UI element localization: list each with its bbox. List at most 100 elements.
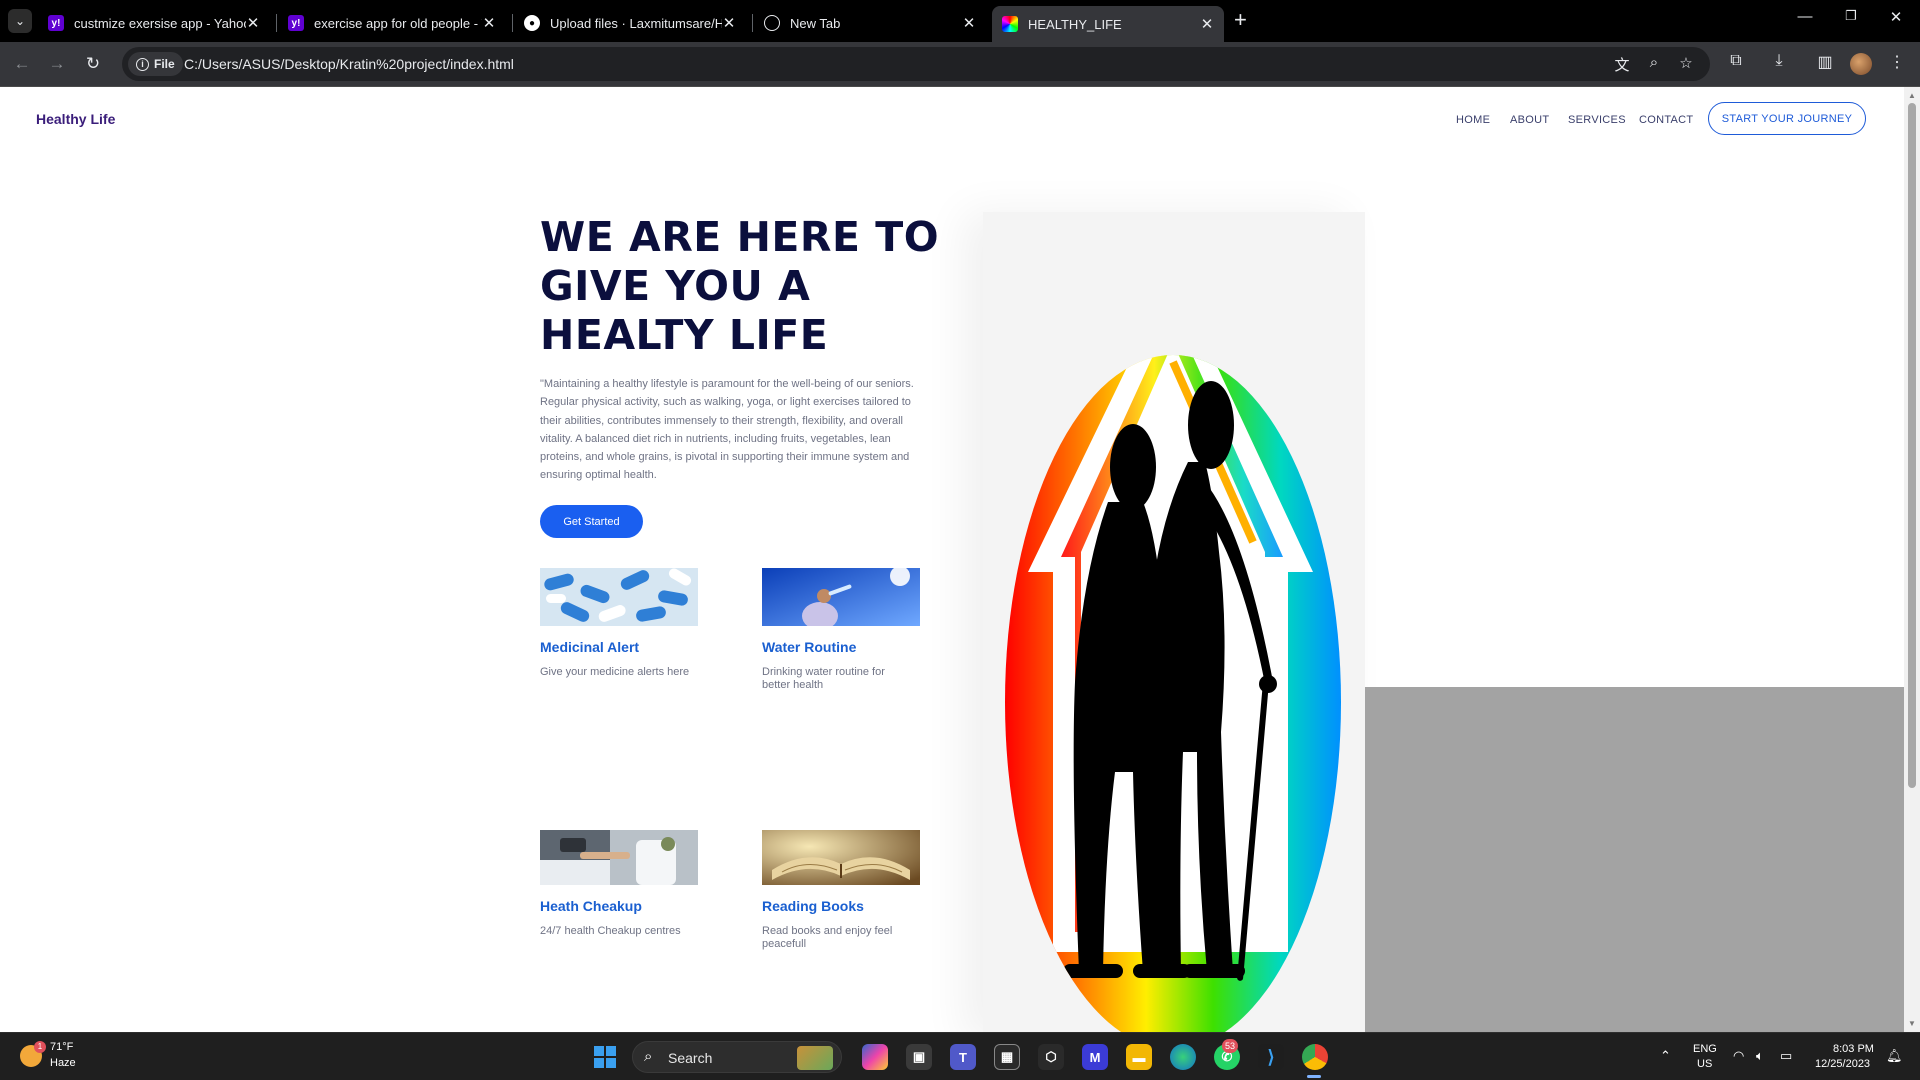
teams-icon[interactable]: T <box>950 1044 976 1070</box>
gray-placeholder-block <box>1365 687 1904 1032</box>
address-bar[interactable]: i File C:/Users/ASUS/Desktop/Kratin%20pr… <box>122 47 1710 81</box>
close-tab-icon[interactable]: ✕ <box>1200 15 1214 33</box>
edge-icon[interactable] <box>1170 1044 1196 1070</box>
chrome-icon[interactable] <box>1302 1044 1328 1070</box>
app-m-icon[interactable]: M <box>1082 1044 1108 1070</box>
nav-services[interactable]: SERVICES <box>1568 114 1626 126</box>
elderly-couple-logo <box>1005 355 1341 1032</box>
card-water-routine[interactable]: Water Routine Drinking water routine for… <box>762 568 922 692</box>
battery-icon[interactable]: ▭ <box>1780 1048 1792 1064</box>
page-scrollbar[interactable]: ▲ ▼ <box>1904 87 1920 1032</box>
card-description: Read books and enjoy feel peacefull <box>762 925 893 950</box>
clock-date[interactable]: 12/25/2023 <box>1815 1058 1870 1070</box>
start-journey-button[interactable]: START YOUR JOURNEY <box>1708 102 1866 135</box>
site-info-label: File <box>154 57 175 71</box>
nav-about[interactable]: ABOUT <box>1510 114 1549 126</box>
nav-contact[interactable]: CONTACT <box>1639 114 1693 126</box>
scrollbar-thumb[interactable] <box>1908 103 1916 788</box>
tab-yahoo-1[interactable]: y! custmize exersise app - Yahoo S ✕ <box>38 6 270 40</box>
windows-taskbar: 1 71°F Haze ⌕ Search ▣ T ▦ ⬡ M ▬ ✆ 53 ⟩ … <box>0 1032 1920 1080</box>
store-icon[interactable]: ▦ <box>994 1044 1020 1070</box>
hero-image-panel <box>983 212 1365 1032</box>
site-brand[interactable]: Healthy Life <box>36 111 115 127</box>
web-page: Healthy Life HOME ABOUT SERVICES CONTACT… <box>0 87 1904 1032</box>
minimize-icon[interactable]: — <box>1795 8 1815 25</box>
task-view-icon[interactable]: ▣ <box>906 1044 932 1070</box>
github-icon: ● <box>524 15 540 31</box>
search-icon: ⌕ <box>644 1048 653 1065</box>
site-icon <box>1002 16 1018 32</box>
vscode-icon[interactable]: ⟩ <box>1258 1044 1284 1070</box>
restore-icon[interactable]: ❐ <box>1841 8 1861 24</box>
tab-healthy-life[interactable]: HEALTHY_LIFE ✕ <box>992 6 1224 42</box>
get-started-button[interactable]: Get Started <box>540 505 643 538</box>
tray-chevron-icon[interactable]: ⌃ <box>1660 1048 1671 1064</box>
nav-home[interactable]: HOME <box>1456 114 1490 126</box>
card-title[interactable]: Reading Books <box>762 898 922 914</box>
reload-icon[interactable]: ↻ <box>81 52 105 76</box>
copilot-icon[interactable] <box>862 1044 888 1070</box>
pills-image <box>540 568 698 626</box>
zoom-icon[interactable]: ⌕ <box>1644 54 1664 71</box>
tab-github[interactable]: ● Upload files · Laxmitumsare/He ✕ <box>514 6 746 40</box>
close-tab-icon[interactable]: ✕ <box>246 14 260 32</box>
info-icon: i <box>136 57 149 71</box>
card-description: Give your medicine alerts here <box>540 666 690 678</box>
scroll-up-icon[interactable]: ▲ <box>1908 91 1916 100</box>
card-title[interactable]: Heath Cheakup <box>540 898 700 914</box>
globe-icon <box>764 15 780 31</box>
search-label: Search <box>668 1050 713 1066</box>
tab-yahoo-2[interactable]: y! exercise app for old people - Ya ✕ <box>278 6 506 40</box>
window-close-icon[interactable]: ✕ <box>1886 8 1906 26</box>
tab-title: custmize exersise app - Yahoo S <box>74 15 246 31</box>
tab-title: New Tab <box>790 15 841 31</box>
open-book-image <box>762 830 920 885</box>
download-icon[interactable]: ⤓ <box>1767 52 1791 70</box>
card-medicinal-alert[interactable]: Medicinal Alert Give your medicine alert… <box>540 568 700 679</box>
back-icon[interactable]: ← <box>10 52 34 76</box>
tab-title: Upload files · Laxmitumsare/He <box>550 15 722 31</box>
close-tab-icon[interactable]: ✕ <box>962 14 976 32</box>
new-tab-button[interactable]: + <box>1234 8 1247 32</box>
browser-tab-strip: ⌄ y! custmize exersise app - Yahoo S ✕ y… <box>0 0 1920 42</box>
tab-search-button[interactable]: ⌄ <box>8 9 32 33</box>
site-info-chip[interactable]: i File <box>128 52 183 76</box>
url-text[interactable]: C:/Users/ASUS/Desktop/Kratin%20project/i… <box>184 56 514 72</box>
clock-time[interactable]: 8:03 PM <box>1833 1043 1874 1055</box>
forward-icon[interactable]: → <box>45 52 69 76</box>
tab-separator <box>512 14 513 32</box>
card-reading-books[interactable]: Reading Books Read books and enjoy feel … <box>762 830 922 951</box>
close-tab-icon[interactable]: ✕ <box>482 14 496 32</box>
scroll-down-icon[interactable]: ▼ <box>1908 1019 1916 1028</box>
whatsapp-badge: 53 <box>1222 1039 1239 1053</box>
keyboard-layout[interactable]: US <box>1697 1058 1712 1070</box>
file-explorer-icon[interactable]: ▬ <box>1126 1044 1152 1070</box>
wifi-icon[interactable]: ◠ <box>1733 1048 1744 1064</box>
tab-separator <box>752 14 753 32</box>
volume-icon[interactable]: 🔈︎ <box>1756 1048 1764 1064</box>
app-cube-icon[interactable]: ⬡ <box>1038 1044 1064 1070</box>
card-title[interactable]: Medicinal Alert <box>540 639 700 655</box>
menu-kebab-icon[interactable]: ⋮ <box>1885 52 1909 72</box>
tab-new-tab[interactable]: New Tab ✕ <box>754 6 986 40</box>
windows-start-icon[interactable] <box>594 1046 616 1068</box>
extensions-icon[interactable]: ⧉ <box>1724 52 1748 70</box>
language-indicator[interactable]: ENG <box>1693 1043 1717 1055</box>
close-tab-icon[interactable]: ✕ <box>722 14 736 32</box>
card-title[interactable]: Water Routine <box>762 639 922 655</box>
browser-toolbar: ← → ↻ i File C:/Users/ASUS/Desktop/Krati… <box>0 42 1920 87</box>
tab-title: HEALTHY_LIFE <box>1028 16 1122 32</box>
card-health-checkup[interactable]: Heath Cheakup 24/7 health Cheakup centre… <box>540 830 700 938</box>
weather-condition[interactable]: Haze <box>50 1057 76 1069</box>
notifications-icon[interactable]: 🔔︎ <box>1886 1048 1903 1064</box>
bookmark-star-icon[interactable]: ☆ <box>1676 54 1696 72</box>
yahoo-icon: y! <box>288 15 304 31</box>
side-panel-icon[interactable]: ▥ <box>1813 52 1837 72</box>
profile-avatar[interactable] <box>1850 53 1872 75</box>
hero-title: WE ARE HERE TO GIVE YOU A HEALTY LIFE <box>540 213 940 359</box>
tab-separator <box>276 14 277 32</box>
yahoo-icon: y! <box>48 15 64 31</box>
taskbar-search[interactable]: ⌕ Search <box>632 1041 842 1073</box>
weather-temperature[interactable]: 71°F <box>50 1041 73 1053</box>
translate-icon[interactable]: 文 <box>1612 54 1632 75</box>
